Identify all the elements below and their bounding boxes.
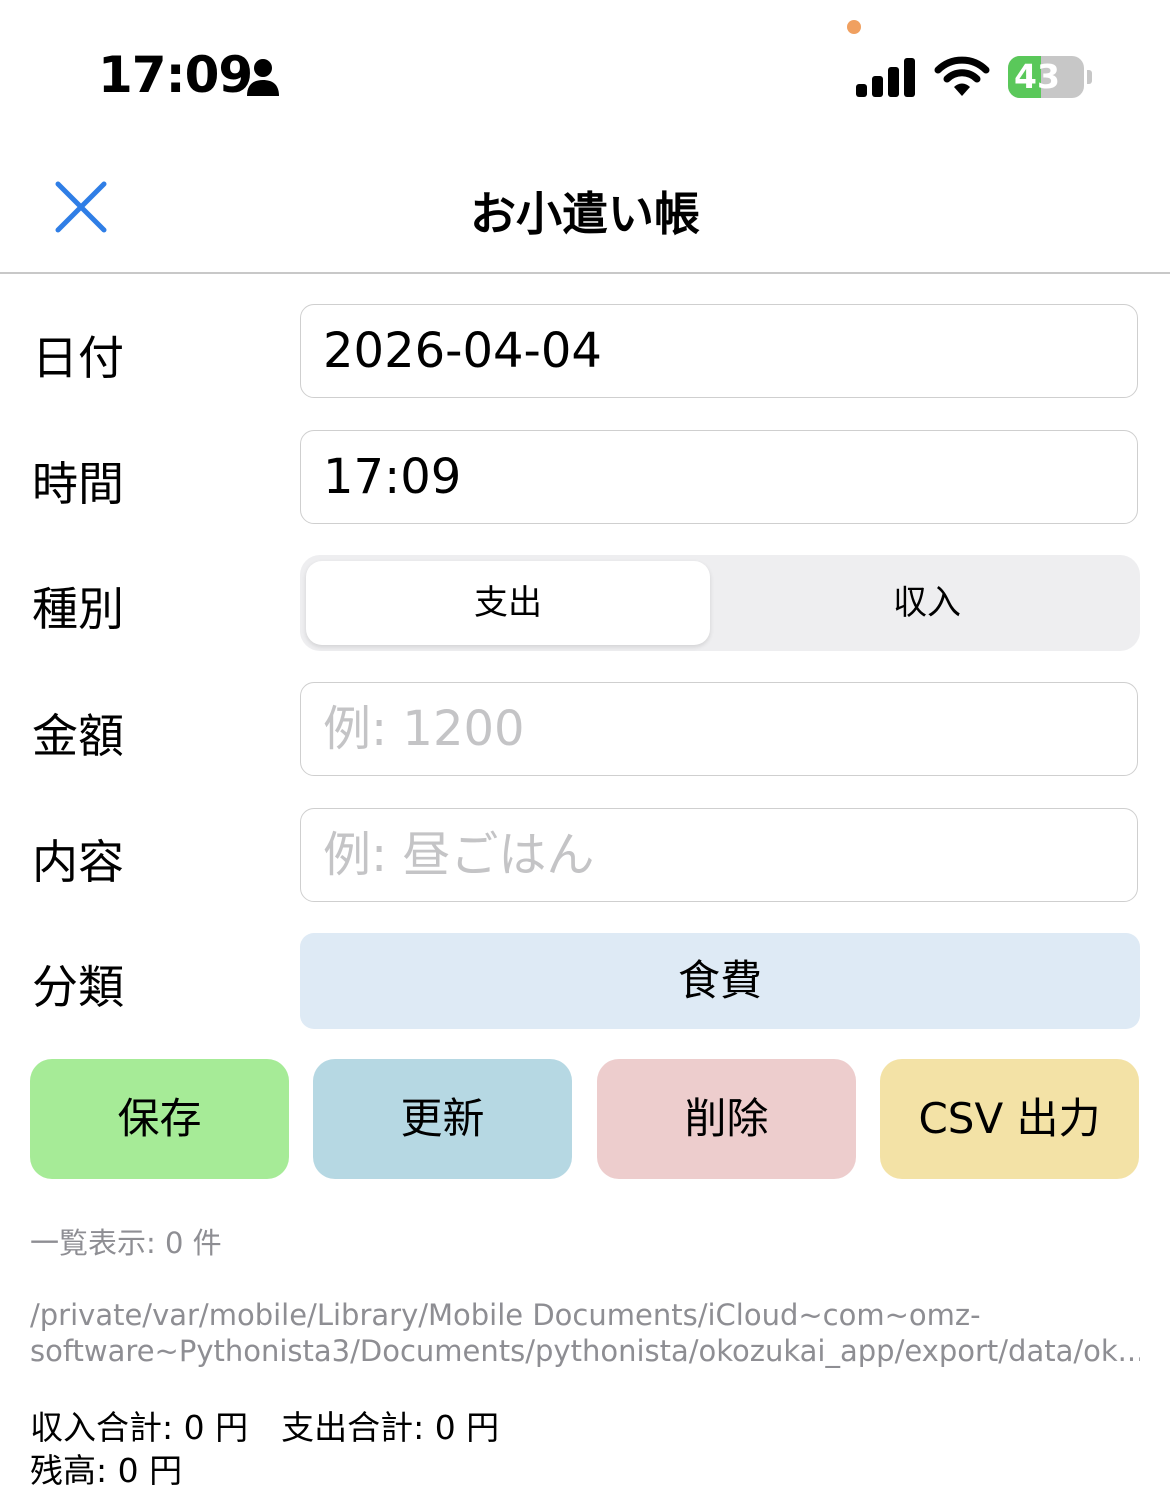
type-label: 種別 — [32, 582, 124, 636]
totals-balance: 残高: 0 円 — [30, 1451, 183, 1490]
export-path-line-2: software~Pythonista3/Documents/pythonist… — [30, 1334, 1140, 1368]
date-row: 日付 2026-04-04 — [0, 304, 1170, 400]
content-label: 内容 — [32, 835, 124, 889]
category-label: 分類 — [32, 960, 124, 1014]
date-label: 日付 — [32, 331, 124, 385]
segment-income[interactable]: 収入 — [720, 561, 1134, 645]
time-field[interactable]: 17:09 — [300, 430, 1138, 524]
amount-row: 金額 例: 1200 — [0, 682, 1170, 778]
person-icon — [247, 59, 279, 96]
totals-summary: 収入合計: 0 円 支出合計: 0 円 残高: 0 円 — [30, 1406, 499, 1492]
privacy-indicator-dot — [847, 20, 861, 34]
navigation-bar: お小遣い帳 — [0, 140, 1170, 274]
amount-input[interactable]: 例: 1200 — [300, 682, 1138, 776]
battery-level: 43 — [1014, 57, 1060, 96]
export-path: /private/var/mobile/Library/Mobile Docum… — [30, 1297, 1140, 1369]
segment-expense[interactable]: 支出 — [306, 561, 710, 645]
totals-income-expense: 収入合計: 0 円 支出合計: 0 円 — [30, 1408, 500, 1447]
delete-button[interactable]: 削除 — [597, 1059, 856, 1179]
category-row: 分類 食費 — [0, 933, 1170, 1029]
time-row: 時間 17:09 — [0, 430, 1170, 526]
update-button[interactable]: 更新 — [313, 1059, 572, 1179]
category-button[interactable]: 食費 — [300, 933, 1140, 1029]
time-label: 時間 — [32, 457, 124, 511]
list-count: 一覧表示: 0 件 — [30, 1226, 222, 1260]
export-path-line-1: /private/var/mobile/Library/Mobile Docum… — [30, 1298, 981, 1332]
content-input[interactable]: 例: 昼ごはん — [300, 808, 1138, 902]
cellular-signal-icon — [856, 58, 915, 97]
type-segmented-control: 支出 収入 — [300, 555, 1140, 651]
save-button[interactable]: 保存 — [30, 1059, 289, 1179]
battery-icon: 43 — [1008, 56, 1092, 100]
amount-label: 金額 — [32, 709, 124, 763]
status-bar: 17:09 43 — [0, 0, 1170, 140]
wifi-icon — [934, 56, 990, 96]
type-row: 種別 支出 収入 — [0, 555, 1170, 651]
content-row: 内容 例: 昼ごはん — [0, 808, 1170, 904]
status-time: 17:09 — [98, 46, 253, 104]
date-field[interactable]: 2026-04-04 — [300, 304, 1138, 398]
page-title: お小遣い帳 — [470, 187, 700, 241]
csv-export-button[interactable]: CSV 出力 — [880, 1059, 1139, 1179]
